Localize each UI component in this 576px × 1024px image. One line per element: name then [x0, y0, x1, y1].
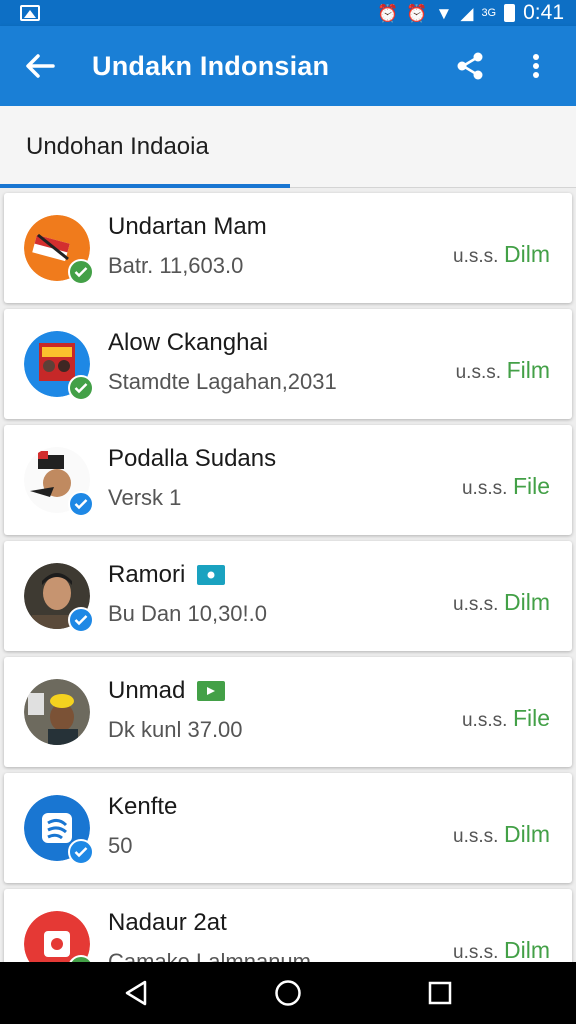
item-prefix: u.s.s. [455, 362, 501, 383]
item-name: Unmad [108, 677, 186, 704]
signal-icon: ◢ [460, 3, 474, 23]
item-subtitle: Versk 1 [108, 485, 182, 510]
page-title: Undakn Indonsian [92, 50, 330, 81]
tab-indicator [0, 184, 290, 188]
verified-check-icon [68, 375, 94, 401]
item-prefix: u.s.s. [453, 942, 499, 962]
item-prefix: u.s.s. [461, 710, 508, 731]
verified-check-icon [68, 259, 94, 285]
verified-check-icon [68, 839, 94, 865]
avatar [24, 563, 94, 633]
list-item[interactable]: Nadaur 2at Camake Lalmnanum u.s.s. Dilm [4, 889, 572, 962]
share-icon [457, 52, 483, 80]
clock: 0:41 [523, 1, 564, 24]
item-type: Dilm [504, 589, 550, 615]
item-type: File [512, 473, 550, 499]
tab-indonesian-invitation[interactable]: Undohan Indaoia [0, 106, 290, 188]
image-notification-icon [20, 5, 40, 21]
verified-check-icon [68, 607, 94, 633]
square-recents-icon [428, 981, 452, 1005]
item-subtitle: 50 [108, 833, 133, 858]
alarm-icon: ⏰ [406, 3, 428, 23]
item-prefix: u.s.s. [461, 478, 508, 499]
arrow-back-icon [26, 54, 55, 78]
app-bar: Undakn Indonsian [0, 26, 576, 106]
overflow-menu-button[interactable] [512, 42, 560, 90]
item-subtitle: Bu Dan 10,30!.0 [108, 601, 268, 626]
item-subtitle: Stamdte Lagahan,2031 [108, 369, 337, 394]
item-prefix: u.s.s. [453, 246, 499, 267]
avatar [24, 795, 94, 865]
more-vert-icon [533, 54, 539, 78]
item-name: Podalla Sudans [108, 445, 277, 472]
item-type: Dilm [504, 821, 550, 847]
wifi-icon: ▼ [435, 3, 453, 23]
list-item[interactable]: Ramori Bu Dan 10,30!.0 u.s.s. Dilm [4, 541, 572, 651]
avatar [24, 679, 90, 745]
item-name: Ramori [108, 561, 186, 588]
item-subtitle: Dk kunl 37.00 [108, 717, 243, 742]
item-type: File [512, 705, 550, 731]
battery-icon [504, 4, 516, 22]
item-subtitle: Batr. 11,603.0 [108, 253, 244, 278]
circle-home-icon [275, 980, 301, 1006]
avatar [24, 911, 94, 962]
share-button[interactable] [446, 42, 494, 90]
avatar [24, 215, 94, 285]
network-type: 3G [481, 7, 497, 19]
list-item[interactable]: Kenfte 50 u.s.s. Dilm [4, 773, 572, 883]
list-item[interactable]: Alow Ckanghai Stamdte Lagahan,2031 u.s.s… [4, 309, 572, 419]
system-nav-bar [0, 962, 576, 1024]
alarm-icon: ⏰ [377, 3, 399, 23]
tag-badge-icon [197, 565, 226, 585]
item-name: Kenfte [108, 793, 178, 820]
item-name: Alow Ckanghai [108, 329, 269, 356]
tag-badge-icon [197, 681, 226, 701]
tab-label: Undohan Indaoia [26, 133, 209, 160]
list-item[interactable]: Undartan Mam Batr. 11,603.0 u.s.s. Dilm [4, 193, 572, 303]
item-list[interactable]: Undartan Mam Batr. 11,603.0 u.s.s. Dilm … [0, 190, 576, 962]
item-prefix: u.s.s. [453, 594, 499, 615]
item-name: Undartan Mam [108, 213, 267, 240]
list-item[interactable]: Unmad Dk kunl 37.00 u.s.s. File [4, 657, 572, 767]
person-helmet-avatar-icon [24, 679, 90, 745]
avatar [24, 447, 94, 517]
item-name: Nadaur 2at [108, 909, 227, 936]
triangle-back-icon [125, 980, 147, 1006]
item-type: Dilm [504, 241, 550, 267]
nav-home-button[interactable] [258, 968, 318, 1018]
item-type: Film [506, 357, 550, 383]
item-prefix: u.s.s. [453, 826, 499, 847]
list-item[interactable]: Podalla Sudans Versk 1 u.s.s. File [4, 425, 572, 535]
back-button[interactable] [20, 46, 60, 86]
verified-check-icon [68, 491, 94, 517]
nav-back-button[interactable] [106, 968, 166, 1018]
item-type: Dilm [504, 937, 550, 962]
status-bar: ⏰ ⏰ ▼ ◢ 3G 0:41 [0, 0, 576, 26]
tab-strip: Undohan Indaoia [0, 106, 576, 188]
avatar [24, 331, 94, 401]
nav-recents-button[interactable] [410, 968, 470, 1018]
item-subtitle: Camake Lalmnanum [108, 949, 311, 962]
